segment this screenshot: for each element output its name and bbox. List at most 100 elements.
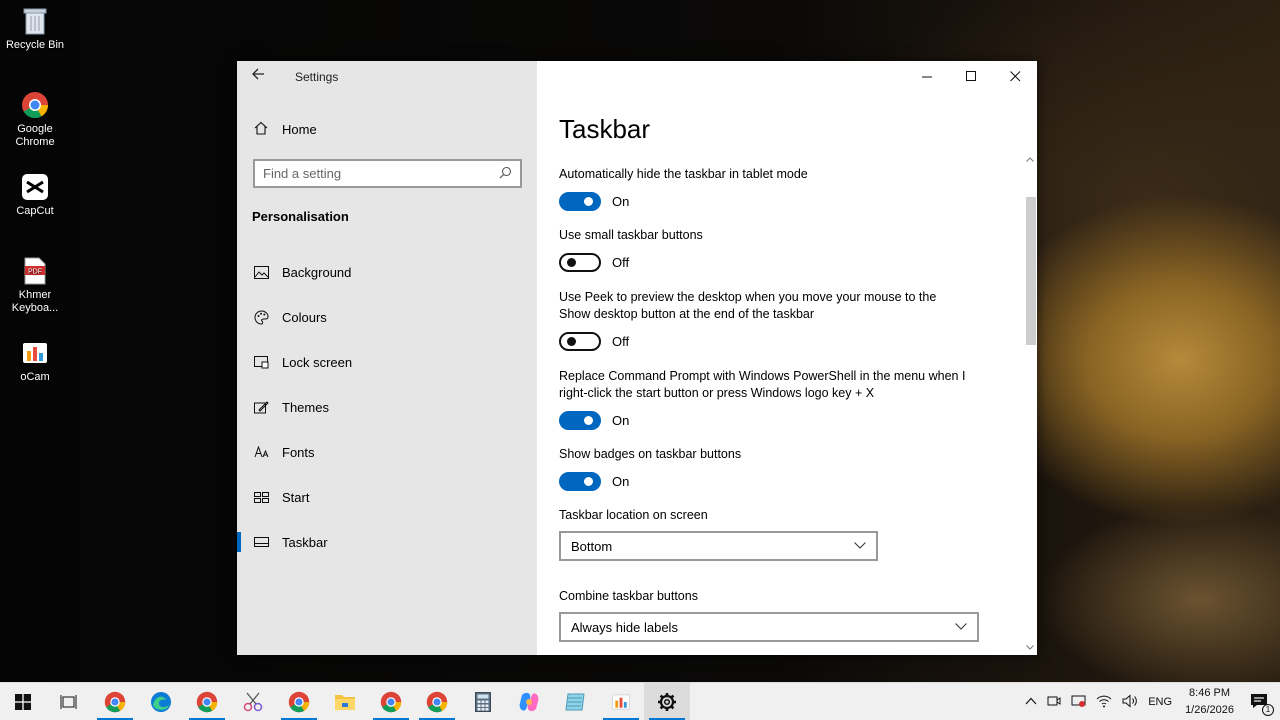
- setting-label-small-buttons: Use small taskbar buttons: [559, 228, 703, 242]
- action-center-button[interactable]: 1: [1242, 693, 1280, 716]
- fonts-icon: [253, 445, 269, 459]
- capcut-icon: [20, 172, 50, 202]
- desktop-icon-recycle-bin[interactable]: Recycle Bin: [4, 6, 66, 52]
- meet-now-icon[interactable]: [1042, 694, 1066, 711]
- palette-icon: [253, 309, 269, 325]
- toggle-powershell[interactable]: On: [559, 411, 629, 430]
- taskbar-notes-app[interactable]: [552, 683, 598, 720]
- scroll-up-icon[interactable]: [1024, 153, 1036, 165]
- themes-icon: [253, 400, 269, 414]
- taskbar-file-explorer[interactable]: [322, 683, 368, 720]
- maximize-button[interactable]: [949, 61, 993, 91]
- window-controls: [905, 61, 1037, 91]
- edge-icon: [151, 691, 171, 712]
- taskbar-location-dropdown[interactable]: Bottom: [559, 531, 878, 561]
- desktop-icon-label: Recycle Bin: [5, 39, 65, 51]
- search-input[interactable]: Find a setting: [253, 159, 522, 188]
- language-indicator[interactable]: ENG: [1143, 696, 1177, 708]
- taskbar-copilot[interactable]: [506, 683, 552, 720]
- taskbar-chrome-1[interactable]: [92, 683, 138, 720]
- toggle-state-label: On: [612, 474, 630, 489]
- taskbar-edge[interactable]: [138, 683, 184, 720]
- sidebar-item-label: Start: [282, 489, 310, 505]
- toggle-switch[interactable]: [559, 332, 601, 351]
- desktop-icon-ocam[interactable]: oCam: [4, 338, 66, 384]
- svg-text:PDF: PDF: [28, 269, 42, 276]
- settings-content: Taskbar Automatically hide the taskbar i…: [537, 61, 1037, 655]
- screen-record-icon[interactable]: [1066, 694, 1091, 711]
- sidebar-item-taskbar[interactable]: Taskbar: [237, 522, 537, 562]
- settings-window: Settings Home Find a setting Personalisa…: [237, 61, 1037, 655]
- sidebar-item-colours[interactable]: Colours: [237, 297, 537, 337]
- ocam-icon: [20, 338, 50, 368]
- copilot-icon: [519, 692, 539, 711]
- sidebar-item-home[interactable]: Home: [253, 121, 317, 138]
- desktop-icon-khmer-keyboard[interactable]: PDF Khmer Keyboa...: [4, 256, 66, 315]
- page-title: Taskbar: [559, 114, 651, 144]
- toggle-badges[interactable]: On: [559, 472, 629, 491]
- toggle-switch[interactable]: [559, 192, 601, 211]
- taskbar-chrome-3[interactable]: [276, 683, 322, 720]
- toggle-state-label: On: [612, 194, 630, 209]
- dropdown-value: Bottom: [571, 538, 613, 554]
- desktop-icon-capcut[interactable]: CapCut: [4, 172, 66, 218]
- sidebar-item-label: Colours: [282, 309, 327, 325]
- sidebar-item-start[interactable]: Start: [237, 477, 537, 517]
- scrollbar-thumb[interactable]: [1026, 197, 1036, 345]
- folder-icon: [335, 694, 355, 710]
- taskbar-icon: [253, 535, 269, 549]
- lock-screen-icon: [253, 355, 269, 369]
- toggle-switch[interactable]: [559, 472, 601, 491]
- setting-label-badges: Show badges on taskbar buttons: [559, 447, 742, 461]
- setting-label-location: Taskbar location on screen: [559, 508, 708, 522]
- sidebar-item-label: Fonts: [282, 444, 315, 460]
- desktop-icon-label: oCam: [20, 371, 50, 383]
- ocam-icon: [612, 694, 630, 709]
- wifi-icon[interactable]: [1091, 694, 1117, 711]
- task-view-button[interactable]: [46, 683, 92, 720]
- notes-icon: [565, 693, 585, 710]
- sidebar-section-heading: Personalisation: [252, 209, 349, 224]
- back-arrow-icon[interactable]: [251, 67, 271, 83]
- clock-time: 8:46 PM: [1189, 687, 1231, 699]
- taskbar-chrome-4[interactable]: [368, 683, 414, 720]
- minimize-button[interactable]: [905, 61, 949, 91]
- taskbar-ocam[interactable]: [598, 683, 644, 720]
- start-icon: [253, 490, 269, 504]
- sidebar-item-fonts[interactable]: Fonts: [237, 432, 537, 472]
- toggle-peek[interactable]: Off: [559, 332, 629, 351]
- picture-icon: [253, 265, 269, 279]
- start-button[interactable]: [0, 683, 46, 720]
- gear-icon: [658, 692, 676, 711]
- toggle-switch[interactable]: [559, 411, 601, 430]
- taskbar-settings[interactable]: [644, 682, 690, 720]
- tray-overflow-chevron-icon[interactable]: [1020, 696, 1042, 708]
- setting-label-combine: Combine taskbar buttons: [559, 589, 698, 603]
- volume-icon[interactable]: [1117, 693, 1143, 711]
- chrome-icon: [380, 691, 402, 712]
- taskbar-calculator[interactable]: [460, 683, 506, 720]
- toggle-switch[interactable]: [559, 253, 601, 272]
- calculator-icon: [475, 691, 491, 712]
- scroll-down-icon[interactable]: [1024, 641, 1036, 653]
- taskbar-chrome-5[interactable]: [414, 683, 460, 720]
- taskbar-snipping-tool[interactable]: [230, 683, 276, 720]
- window-title: Settings: [295, 70, 339, 84]
- dropdown-value: Always hide labels: [571, 619, 678, 635]
- desktop-icon-chrome[interactable]: Google Chrome: [4, 90, 66, 149]
- task-view-icon: [60, 694, 77, 709]
- toggle-state-label: Off: [612, 255, 630, 270]
- sidebar-item-background[interactable]: Background: [237, 252, 537, 292]
- sidebar-item-themes[interactable]: Themes: [237, 387, 537, 427]
- setting-label-powershell: Replace Command Prompt with Windows Powe…: [559, 369, 966, 400]
- taskbar-chrome-2[interactable]: [184, 683, 230, 720]
- combine-buttons-dropdown[interactable]: Always hide labels: [559, 612, 979, 642]
- chrome-icon: [196, 691, 218, 712]
- scissors-icon: [243, 692, 263, 711]
- clock[interactable]: 8:46 PM 1/26/2026: [1177, 685, 1242, 719]
- sidebar-item-lock-screen[interactable]: Lock screen: [237, 342, 537, 382]
- vertical-scrollbar[interactable]: [1024, 153, 1036, 653]
- toggle-auto-hide-tablet[interactable]: On: [559, 192, 629, 211]
- close-button[interactable]: [993, 61, 1037, 91]
- toggle-small-buttons[interactable]: Off: [559, 253, 629, 272]
